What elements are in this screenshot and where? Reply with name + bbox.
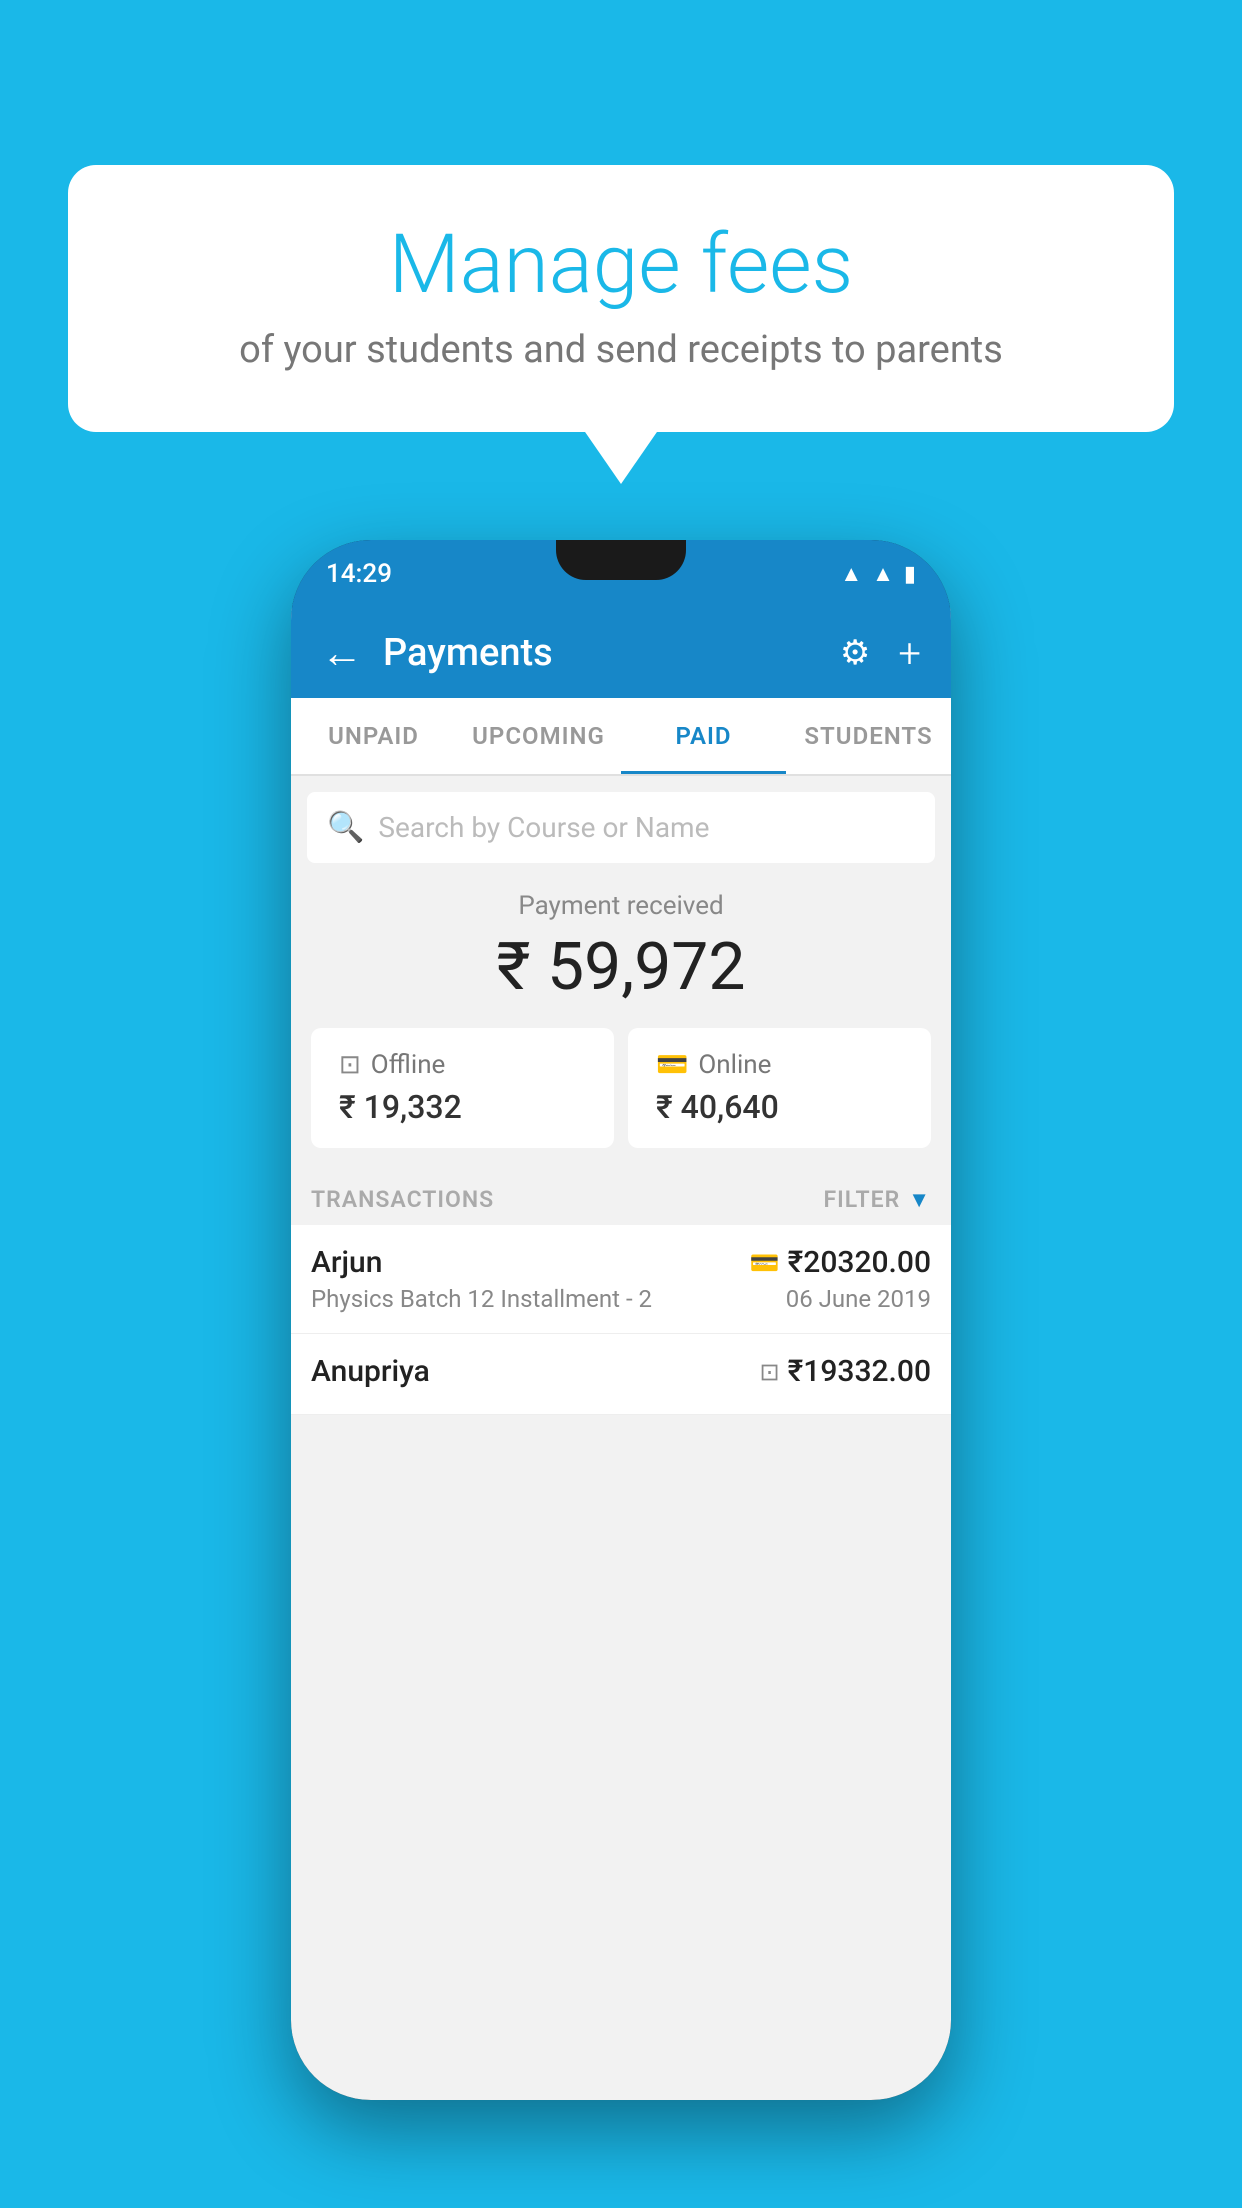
battery-icon: ▮ <box>904 562 916 587</box>
transaction-amount: ₹19332.00 <box>788 1354 931 1389</box>
offline-payment-card: ⊡ Offline ₹ 19,332 <box>311 1028 614 1148</box>
app-bar-title: Payments <box>383 631 840 675</box>
online-card-header: 💳 Online <box>656 1050 903 1080</box>
offline-amount: ₹ 19,332 <box>339 1088 586 1126</box>
transaction-amount-wrap: 💳 ₹20320.00 <box>750 1245 931 1280</box>
settings-icon[interactable]: ⚙ <box>840 633 870 673</box>
tab-students[interactable]: STUDENTS <box>786 698 951 774</box>
payment-cards: ⊡ Offline ₹ 19,332 💳 Online ₹ 40,640 <box>311 1028 931 1148</box>
add-button[interactable]: + <box>898 630 921 677</box>
online-payment-card: 💳 Online ₹ 40,640 <box>628 1028 931 1148</box>
back-button[interactable]: ← <box>321 629 363 678</box>
rupee-icon: ⊡ <box>760 1358 780 1386</box>
search-input[interactable]: Search by Course or Name <box>378 811 709 844</box>
online-amount: ₹ 40,640 <box>656 1088 903 1126</box>
filter-button[interactable]: FILTER ▼ <box>823 1186 931 1213</box>
search-bar[interactable]: 🔍 Search by Course or Name <box>307 792 935 863</box>
screen: ← Payments ⚙ + UNPAID UPCOMING PAID <box>291 608 951 2100</box>
transactions-header: TRANSACTIONS FILTER ▼ <box>291 1168 951 1225</box>
phone: 14:29 ▲ ▲ ▮ ← Payments ⚙ + UN <box>291 540 951 2100</box>
card-icon: 💳 <box>750 1249 780 1277</box>
tab-unpaid[interactable]: UNPAID <box>291 698 456 774</box>
transaction-row2: Physics Batch 12 Installment - 2 06 June… <box>311 1285 931 1313</box>
speech-bubble: Manage fees of your students and send re… <box>68 165 1174 432</box>
transaction-amount: ₹20320.00 <box>788 1245 931 1280</box>
payment-received-amount: ₹ 59,972 <box>311 929 931 1006</box>
transaction-name: Arjun <box>311 1245 382 1280</box>
search-icon: 🔍 <box>327 810 364 845</box>
wifi-icon: ▲ <box>840 561 862 587</box>
offline-card-header: ⊡ Offline <box>339 1050 586 1080</box>
status-bar: 14:29 ▲ ▲ ▮ <box>291 540 951 608</box>
status-time: 14:29 <box>326 559 392 589</box>
speech-bubble-subtitle: of your students and send receipts to pa… <box>128 328 1114 372</box>
transaction-course: Physics Batch 12 Installment - 2 <box>311 1285 652 1313</box>
tabs: UNPAID UPCOMING PAID STUDENTS <box>291 698 951 776</box>
transaction-item[interactable]: Arjun 💳 ₹20320.00 Physics Batch 12 Insta… <box>291 1225 951 1334</box>
app-bar: ← Payments ⚙ + <box>291 608 951 698</box>
transaction-item[interactable]: Anupriya ⊡ ₹19332.00 <box>291 1334 951 1415</box>
offline-icon: ⊡ <box>339 1050 361 1080</box>
online-icon: 💳 <box>656 1050 688 1080</box>
signal-icon: ▲ <box>872 561 894 587</box>
app-bar-actions: ⚙ + <box>840 630 921 677</box>
speech-bubble-title: Manage fees <box>128 220 1114 310</box>
offline-label: Offline <box>371 1050 446 1080</box>
payment-received-section: Payment received ₹ 59,972 ⊡ Offline ₹ 19… <box>291 863 951 1168</box>
transaction-row1: Arjun 💳 ₹20320.00 <box>311 1245 931 1280</box>
transactions-label: TRANSACTIONS <box>311 1186 494 1213</box>
status-icons: ▲ ▲ ▮ <box>840 561 916 587</box>
transaction-name: Anupriya <box>311 1354 430 1389</box>
transaction-date: 06 June 2019 <box>786 1285 931 1313</box>
notch <box>556 540 686 580</box>
background: Manage fees of your students and send re… <box>0 0 1242 2208</box>
payment-received-label: Payment received <box>311 891 931 921</box>
transaction-amount-wrap: ⊡ ₹19332.00 <box>760 1354 931 1389</box>
transaction-list: Arjun 💳 ₹20320.00 Physics Batch 12 Insta… <box>291 1225 951 1415</box>
tab-upcoming[interactable]: UPCOMING <box>456 698 621 774</box>
tab-paid[interactable]: PAID <box>621 698 786 774</box>
online-label: Online <box>698 1050 771 1080</box>
transaction-row1: Anupriya ⊡ ₹19332.00 <box>311 1354 931 1389</box>
filter-icon: ▼ <box>908 1187 931 1213</box>
